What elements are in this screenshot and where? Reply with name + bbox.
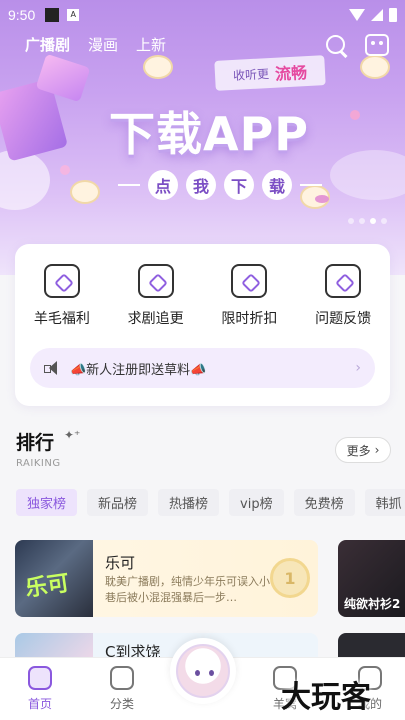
cta-line — [300, 184, 322, 186]
cta-char: 我 — [186, 170, 216, 200]
chip-korean[interactable]: 韩抓 — [364, 489, 405, 516]
chip-exclusive[interactable]: 独家榜 — [16, 489, 78, 516]
cta-char: 下 — [224, 170, 254, 200]
more-button[interactable]: 更多 › — [335, 437, 391, 463]
wifi-icon — [349, 9, 365, 21]
quick-item-request-update[interactable]: 求剧追更 — [109, 264, 203, 328]
drama-description: 耽美广播剧，纯情少年乐可误入小巷后被小混混强暴后一步… — [105, 575, 270, 604]
battery-icon — [389, 8, 397, 22]
decor-dot — [60, 165, 70, 175]
quick-item-label: 限时折扣 — [221, 311, 278, 327]
chevron-right-icon: › — [355, 360, 361, 376]
banner-tag-small: 收听更 — [232, 66, 270, 83]
speaker-icon — [44, 361, 60, 375]
chevron-right-icon: › — [374, 443, 380, 457]
carousel-dot[interactable] — [370, 218, 376, 224]
signal-icon — [371, 9, 383, 21]
carousel-dot[interactable] — [348, 218, 354, 224]
app-notification-icon: A — [67, 9, 80, 21]
search-icon[interactable] — [325, 34, 349, 58]
decor-dot — [350, 110, 360, 120]
cta-char: 载 — [262, 170, 292, 200]
tab-radio-drama[interactable]: 广播剧 — [25, 34, 70, 55]
status-time: 9:50 — [8, 7, 36, 23]
nav-category[interactable]: 分类 — [92, 666, 152, 712]
ranking-card-side[interactable]: 纯欲衬衫2 — [338, 540, 405, 617]
status-bar: 9:50 A — [0, 0, 405, 30]
quick-item-label: 问题反馈 — [315, 311, 372, 327]
banner-tag: 收听更 流畅 — [214, 55, 326, 91]
decor-cloud — [0, 150, 50, 210]
quick-item-wool-welfare[interactable]: 羊毛福利 — [15, 264, 109, 328]
chip-hot[interactable]: 热播榜 — [158, 489, 220, 516]
quick-item-label: 羊毛福利 — [33, 311, 90, 327]
side-cover-title: 纯欲衬衫2 — [344, 597, 401, 611]
top-icons — [325, 34, 389, 58]
rank-medal-icon: 1 — [270, 558, 310, 598]
chip-new[interactable]: 新品榜 — [87, 489, 149, 516]
sheep-icon — [143, 55, 173, 79]
quick-item-discount[interactable]: 限时折扣 — [203, 264, 297, 328]
message-icon[interactable] — [365, 34, 389, 56]
tab-comics[interactable]: 漫画 — [88, 34, 118, 55]
notice-bar[interactable]: 📣新人注册即送草料📣 › — [30, 348, 375, 388]
chip-free[interactable]: 免费榜 — [293, 489, 355, 516]
carousel-dot[interactable] — [359, 218, 365, 224]
category-icon — [110, 666, 134, 690]
carousel-dot[interactable] — [381, 218, 387, 224]
quick-item-label: 求剧追更 — [127, 311, 184, 327]
drama-title: 乐可 — [105, 554, 136, 572]
sheep-icon — [70, 180, 100, 204]
banner-title: 下载APP — [108, 107, 310, 161]
notification-icon — [45, 8, 60, 22]
sheep-gift-icon — [43, 264, 80, 298]
home-icon — [28, 666, 52, 690]
status-right — [349, 8, 397, 22]
banner-cta[interactable]: 点 我 下 载 — [118, 170, 322, 200]
discount-bag-icon — [231, 264, 268, 298]
cta-char: 点 — [148, 170, 178, 200]
top-tabs: 广播剧 漫画 上新 — [25, 34, 166, 55]
ranking-subtitle: RAIKING — [16, 458, 61, 469]
quick-access-card: 羊毛福利 求剧追更 限时折扣 问题反馈 📣新人注册即送草料📣 › — [15, 244, 390, 406]
sheep-icon — [360, 55, 390, 79]
nav-home[interactable]: 首页 — [10, 666, 70, 712]
center-mascot-button[interactable] — [170, 638, 236, 704]
quick-access-items: 羊毛福利 求剧追更 限时折扣 问题反馈 — [15, 264, 390, 328]
more-label: 更多 — [346, 443, 371, 458]
chip-vip[interactable]: vip榜 — [229, 489, 284, 516]
drama-cover: 乐可 — [15, 540, 93, 617]
carousel-indicators — [348, 218, 387, 224]
nav-label: 首页 — [27, 697, 52, 711]
quick-item-feedback[interactable]: 问题反馈 — [296, 264, 390, 328]
watermark: 大玩客 — [281, 680, 371, 715]
sparkle-icon: ✦⁺ — [64, 428, 81, 442]
decor-cloud — [330, 150, 405, 200]
banner-tag-big: 流畅 — [274, 63, 308, 84]
mascot-avatar-icon — [176, 644, 230, 698]
cover-title: 乐可 — [23, 571, 71, 602]
feedback-icon — [325, 264, 362, 298]
radio-icon — [137, 264, 174, 298]
ranking-title: 排行 — [16, 432, 55, 454]
cta-line — [118, 184, 140, 186]
tab-new[interactable]: 上新 — [136, 34, 166, 55]
ranking-chips: 独家榜 新品榜 热播榜 vip榜 免费榜 韩抓 — [16, 489, 405, 516]
nav-label: 分类 — [109, 697, 134, 711]
notice-text: 📣新人注册即送草料📣 — [70, 362, 207, 378]
ranking-card[interactable]: 乐可 乐可 耽美广播剧，纯情少年乐可误入小巷后被小混混强暴后一步… 1 — [15, 540, 318, 617]
